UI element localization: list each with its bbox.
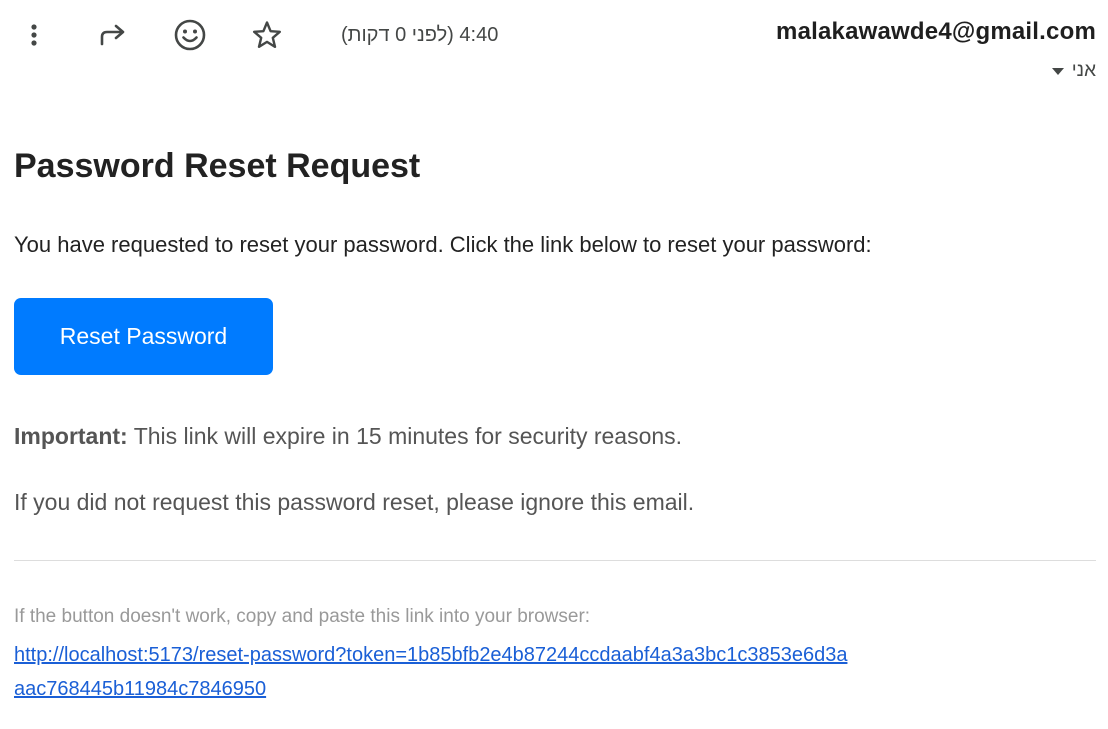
relative-time: (לפני 0 דקות) bbox=[341, 23, 454, 46]
more-vert-icon bbox=[31, 24, 37, 46]
ignore-notice: If you did not request this password res… bbox=[14, 489, 695, 515]
reset-password-button[interactable]: Reset Password bbox=[14, 298, 273, 375]
email-view: (לפני 0 דקות) 4:40 malakawawde4@gmail.co… bbox=[0, 0, 1108, 729]
more-options-button[interactable] bbox=[18, 14, 50, 56]
email-body: Password Reset Request You have requeste… bbox=[0, 146, 1108, 706]
email-header: (לפני 0 דקות) 4:40 malakawawde4@gmail.co… bbox=[0, 0, 1108, 100]
email-title: Password Reset Request bbox=[14, 147, 421, 185]
message-toolbar: (לפני 0 דקות) 4:40 bbox=[18, 14, 498, 56]
important-label: Important: bbox=[14, 423, 128, 449]
star-icon bbox=[253, 21, 281, 48]
recipient-details-toggle[interactable]: אני bbox=[1051, 60, 1096, 82]
add-reaction-button[interactable] bbox=[169, 14, 211, 56]
forward-button[interactable] bbox=[92, 14, 134, 56]
sender-email: malakawawde4@gmail.com bbox=[776, 18, 1096, 45]
forward-icon bbox=[100, 24, 125, 46]
divider bbox=[14, 560, 1096, 561]
time-value: 4:40 bbox=[459, 23, 499, 46]
fallback-text: If the button doesn't work, copy and pas… bbox=[14, 606, 591, 627]
important-text: This link will expire in 15 minutes for … bbox=[127, 423, 683, 449]
chevron-down-icon bbox=[1051, 67, 1064, 75]
reset-link[interactable]: http://localhost:5173/reset-password?tok… bbox=[14, 638, 854, 706]
message-time: (לפני 0 דקות) 4:40 bbox=[341, 24, 498, 47]
intro-text: You have requested to reset your passwor… bbox=[14, 232, 872, 257]
recipient-label: אני bbox=[1071, 60, 1096, 81]
star-button[interactable] bbox=[246, 14, 288, 56]
important-notice: Important: This link will expire in 15 m… bbox=[14, 421, 1094, 451]
emoji-icon bbox=[174, 19, 206, 51]
